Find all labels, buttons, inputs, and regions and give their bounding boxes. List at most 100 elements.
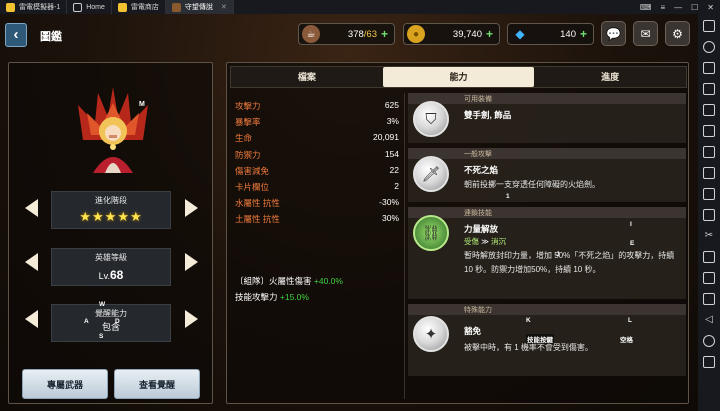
skill-name: 力量解放	[464, 224, 499, 234]
next-level-arrow[interactable]	[185, 253, 198, 271]
evolution-stars: ★★★★★	[79, 209, 143, 224]
gold-resource[interactable]: ● 39,740 +	[403, 23, 500, 45]
keyboard-icon[interactable]	[703, 20, 715, 32]
view-awaken-button[interactable]: 查看覺醒	[114, 369, 200, 399]
emulator-tab-home[interactable]: Home	[67, 0, 112, 14]
next-evolution-arrow[interactable]	[185, 199, 198, 217]
skill-card-chain: 連鎖技能 ⛓ 力量解放 受傷 ≫ 消沉 暫時解放封印力量，增加 50%「不死之焰…	[408, 207, 686, 299]
stat-row: 暴擊率 3%	[235, 116, 399, 132]
stat-name: 傷害減免	[235, 165, 270, 176]
tab-label: Home	[86, 3, 105, 11]
stat-row: 攻擊力 625	[235, 100, 399, 116]
mail-button[interactable]: ✉	[633, 21, 658, 46]
gold-value: 39,740	[452, 28, 482, 40]
add-stamina-icon[interactable]: +	[381, 27, 388, 41]
emulator-tab-game[interactable]: 守望傳說 ✕	[165, 0, 234, 14]
add-gold-icon[interactable]: +	[486, 27, 493, 41]
keymap-hint-a: A	[84, 318, 89, 325]
bonus-value: +40.0%	[313, 276, 343, 286]
stat-name: 卡片欄位	[235, 181, 270, 192]
keymap-hint-w: W	[99, 301, 106, 308]
stat-value: -30%	[379, 197, 399, 208]
stat-row: 防禦力 154	[235, 149, 399, 165]
back-button[interactable]: ‹	[5, 23, 27, 47]
keymap-hint-e: E	[630, 240, 635, 247]
prev-evolution-arrow[interactable]	[25, 199, 38, 217]
add-gem-icon[interactable]: +	[580, 27, 587, 41]
skill-name: 不死之焰	[464, 165, 499, 175]
exclusive-weapon-button[interactable]: 專屬武器	[22, 369, 108, 399]
keymap-hint-j: J	[556, 251, 560, 258]
stamina-value: 378	[347, 28, 364, 40]
skill-header: 連鎖技能	[408, 207, 686, 218]
location-icon[interactable]	[703, 251, 715, 263]
bonus-value: +15.0%	[279, 292, 309, 302]
bonus-label: 〔組隊〕火屬性傷害	[235, 276, 312, 286]
record-icon[interactable]	[703, 125, 715, 137]
close-tab-icon[interactable]: ✕	[221, 3, 227, 11]
nav-home-icon[interactable]	[703, 335, 715, 347]
keymap-hint-d: D	[115, 318, 120, 325]
awaken-value: 包含	[101, 322, 120, 332]
tab-label: 雷電商店	[130, 4, 159, 11]
emulator-tab-main[interactable]: 雷電模擬器-1	[0, 0, 68, 14]
volume-icon[interactable]	[703, 62, 715, 74]
prev-awaken-arrow[interactable]	[25, 310, 38, 328]
folder-icon[interactable]	[703, 188, 715, 200]
chat-icon: 💬	[606, 26, 621, 41]
apk-icon[interactable]	[703, 167, 715, 179]
tab-label: 雷電模擬器-1	[19, 4, 61, 11]
nav-recent-icon[interactable]	[703, 356, 715, 368]
tab-label: 守望傳說	[184, 4, 213, 11]
stamina-resource[interactable]: ☕ 378/63 +	[298, 23, 395, 45]
skill-name: 豁免	[464, 326, 482, 336]
next-awaken-arrow[interactable]	[185, 310, 198, 328]
emulator-tab-store[interactable]: 雷電商店	[112, 0, 166, 14]
game-screen: ‹ 圖鑑 ☕ 378/63 + ● 39,740 + ◆ 140 + 💬 ✉ ⚙	[0, 14, 698, 411]
stat-row: 水屬性 抗性 -30%	[235, 197, 399, 213]
prev-level-arrow[interactable]	[25, 253, 38, 271]
evolution-label: 進化階段	[95, 196, 127, 205]
keymap-hint-i: I	[630, 221, 632, 228]
chain-from: 受傷	[464, 237, 479, 246]
stamina-max: /63	[363, 28, 377, 40]
tab-profile[interactable]: 檔案	[231, 67, 383, 87]
nav-back-icon[interactable]: ◁	[703, 314, 715, 326]
stat-name: 攻擊力	[235, 101, 261, 111]
menu-icon[interactable]: ≡	[660, 3, 665, 12]
screenshot-icon[interactable]	[703, 104, 715, 116]
gem-value: 140	[560, 28, 576, 40]
keymap-hint-space: 空格	[620, 337, 633, 344]
awaken-box: 覺醒能力 包含	[51, 304, 171, 342]
chat-button[interactable]: 💬	[601, 21, 626, 46]
bonus-label: 技能攻擊力	[235, 292, 278, 302]
keymap-hint-k: K	[526, 317, 531, 324]
chain-arrow-icon: ≫	[481, 237, 492, 246]
home-icon	[73, 2, 83, 12]
tab-progress[interactable]: 進度	[534, 67, 686, 87]
emulator-toolbar: ✂ ◁	[698, 14, 720, 411]
settings-icon[interactable]	[703, 41, 715, 53]
maximize-icon[interactable]: ☐	[691, 3, 698, 12]
chain-skill-icon: ⛓	[413, 215, 449, 251]
skill-header: 一般攻擊	[408, 148, 686, 159]
stat-name: 暴擊率	[235, 117, 261, 128]
stat-name: 防禦力	[235, 149, 261, 160]
equipment-icon: ⛉	[413, 101, 449, 137]
minimize-icon[interactable]: —	[674, 3, 682, 12]
more-icon[interactable]	[703, 293, 715, 305]
scissors-icon[interactable]: ✂	[703, 230, 715, 242]
level-prefix: Lv.	[98, 271, 110, 281]
stat-value: 625	[384, 100, 399, 110]
shake-icon[interactable]	[703, 272, 715, 284]
sync-icon[interactable]	[703, 209, 715, 221]
hero-level-box: 英雄等級 Lv.68	[51, 248, 171, 286]
fullscreen-icon[interactable]	[703, 83, 715, 95]
close-window-icon[interactable]: ✕	[707, 3, 714, 12]
tab-abilities[interactable]: 能力	[382, 67, 535, 87]
gamepad-icon[interactable]: ⌨	[640, 3, 652, 12]
settings-button[interactable]: ⚙	[665, 21, 690, 46]
keymap-hint-l: L	[628, 317, 632, 324]
gem-resource[interactable]: ◆ 140 +	[507, 23, 594, 45]
rotate-icon[interactable]	[703, 146, 715, 158]
